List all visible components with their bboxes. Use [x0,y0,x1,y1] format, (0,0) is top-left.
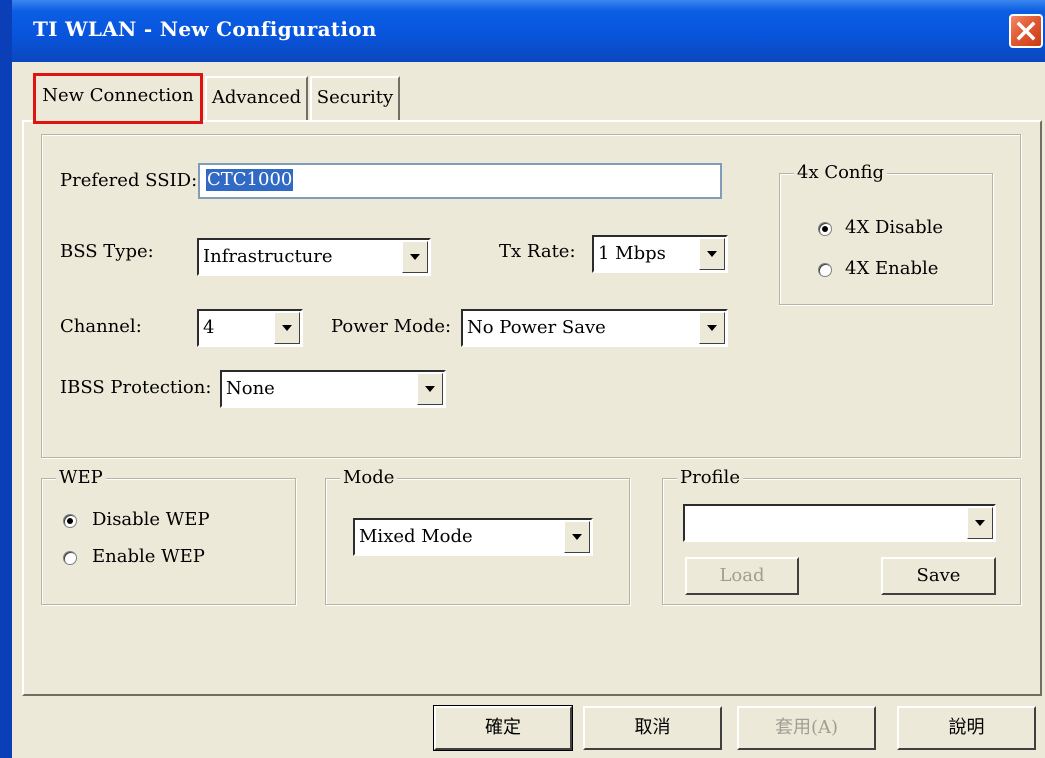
help-button[interactable]: 說明 [897,706,1036,750]
cancel-button-label: 取消 [634,717,671,738]
radio-enable-wep[interactable] [63,551,77,565]
ibss-protection-value: None [226,378,275,399]
tx-rate-select[interactable]: 1 Mbps [592,235,728,273]
tab-new-connection[interactable]: New Connection [33,74,203,124]
radio-4x-enable-label[interactable]: 4X Enable [845,258,938,280]
radio-4x-enable[interactable] [818,263,832,277]
chevron-down-icon [707,251,717,257]
ok-button-label: 確定 [485,717,521,738]
chevron-down-icon [572,534,582,540]
help-button-label: 說明 [948,717,985,738]
wep-group: WEP [41,467,296,605]
bss-type-label: BSS Type: [60,241,154,262]
tab-security[interactable]: Security [310,76,400,122]
tab-advanced[interactable]: Advanced [205,76,308,122]
power-mode-select[interactable]: No Power Save [461,309,728,347]
bss-type-value: Infrastructure [203,246,333,267]
cancel-button[interactable]: 取消 [583,706,722,750]
tab-label: Advanced [211,87,302,108]
channel-label: Channel: [60,316,142,337]
close-icon [1016,21,1036,41]
radio-4x-disable[interactable] [818,222,832,236]
chevron-down-icon [975,520,985,526]
chevron-down-icon [707,325,717,331]
mode-dropdown-button[interactable] [564,521,590,553]
chevron-down-icon [282,325,292,331]
channel-dropdown-button[interactable] [274,312,300,344]
load-button-label: Load [719,565,765,586]
mode-group-title: Mode [340,467,398,489]
radio-enable-wep-label[interactable]: Enable WEP [92,546,205,568]
profile-group-title: Profile [677,467,743,489]
save-button[interactable]: Save [881,557,996,595]
dialog-window: TI WLAN - New Configuration New Connecti… [0,0,1045,758]
ssid-label: Prefered SSID: [60,170,198,191]
ibss-protection-select[interactable]: None [220,370,446,408]
tx-rate-dropdown-button[interactable] [699,238,725,270]
ok-button[interactable]: 確定 [433,705,573,751]
radio-selected-dot [67,518,73,524]
tx-rate-value: 1 Mbps [598,243,666,264]
power-mode-value: No Power Save [467,317,606,338]
config-4x-group: 4x Config [779,162,993,305]
save-button-label: Save [916,565,961,586]
ibss-protection-label: IBSS Protection: [60,377,212,398]
channel-select[interactable]: 4 [197,309,303,347]
bss-type-dropdown-button[interactable] [402,241,428,273]
chevron-down-icon [425,386,435,392]
window-title: TI WLAN - New Configuration [33,17,377,41]
radio-disable-wep-label[interactable]: Disable WEP [92,509,210,531]
radio-disable-wep[interactable] [63,514,77,528]
chevron-down-icon [410,254,420,260]
mode-value: Mixed Mode [359,526,473,547]
apply-button[interactable]: 套用(A) [737,706,876,750]
ssid-input[interactable]: CTC1000 [198,163,722,199]
ssid-value: CTC1000 [206,169,294,191]
apply-button-label: 套用(A) [774,717,839,738]
tx-rate-label: Tx Rate: [499,241,576,262]
title-bar[interactable]: TI WLAN - New Configuration [0,0,1045,62]
tab-label: New Connection [42,85,194,106]
radio-4x-disable-label[interactable]: 4X Disable [845,217,943,239]
config-4x-group-title: 4x Config [794,162,888,184]
tab-label: Security [316,87,394,108]
power-mode-dropdown-button[interactable] [699,312,725,344]
bss-type-select[interactable]: Infrastructure [197,238,431,276]
ibss-protection-dropdown-button[interactable] [417,373,443,405]
profile-select[interactable] [683,504,996,542]
radio-selected-dot [822,226,828,232]
load-button[interactable]: Load [685,557,799,595]
wep-group-title: WEP [56,467,106,489]
mode-select[interactable]: Mixed Mode [353,518,593,556]
profile-dropdown-button[interactable] [967,507,993,539]
window-left-border [0,0,12,758]
power-mode-label: Power Mode: [331,316,452,337]
close-button[interactable] [1009,14,1043,48]
channel-value: 4 [203,317,215,338]
